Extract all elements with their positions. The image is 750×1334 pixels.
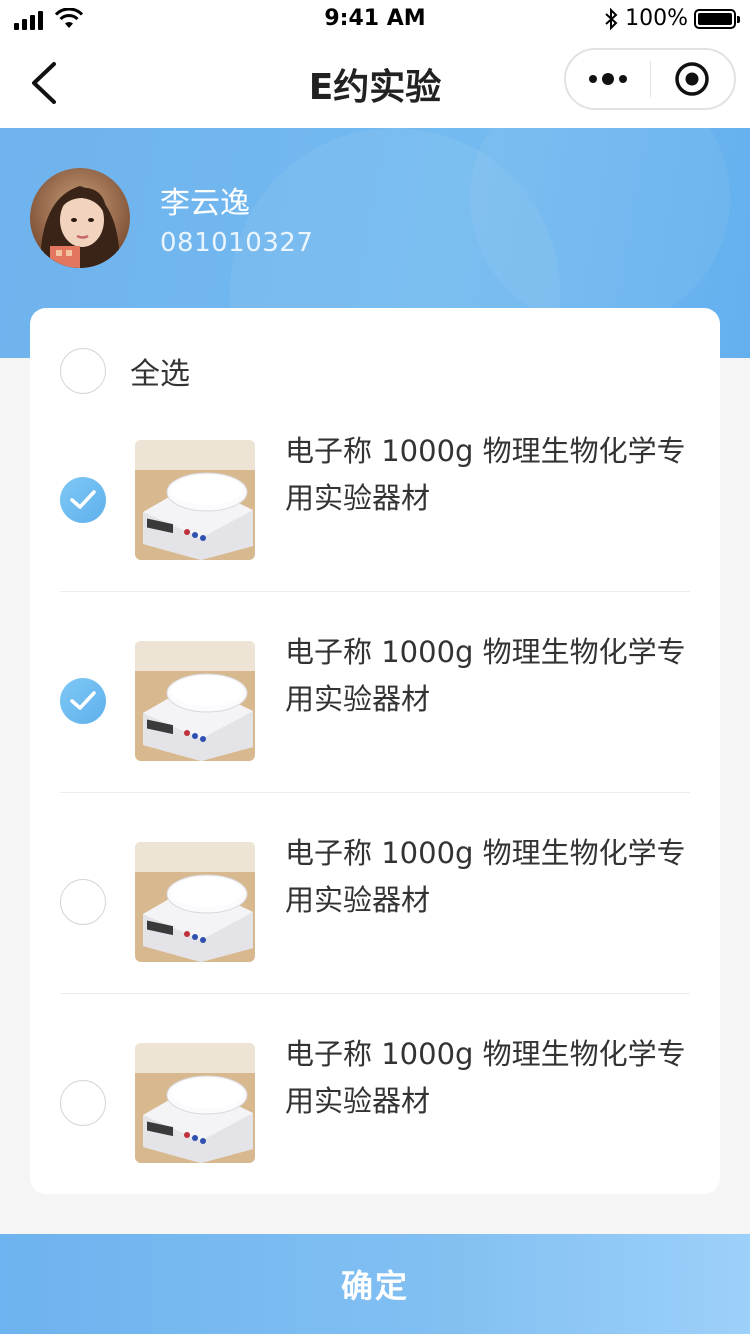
divider bbox=[60, 993, 690, 994]
select-all-row[interactable]: 全选 bbox=[60, 348, 190, 394]
product-image bbox=[135, 641, 255, 761]
more-dots-icon bbox=[588, 73, 627, 85]
equipment-card: 全选 电子称 1000g 物理生物化学专用实验器材 电子称 1000g 物理生物… bbox=[30, 308, 720, 1194]
avatar[interactable] bbox=[30, 168, 130, 268]
battery-icon bbox=[694, 8, 740, 29]
user-id: 081010327 bbox=[160, 228, 314, 258]
back-chevron-icon bbox=[32, 62, 56, 104]
list-item[interactable]: 电子称 1000g 物理生物化学专用实验器材 bbox=[60, 400, 690, 600]
mini-program-capsule bbox=[564, 48, 736, 110]
item-title: 电子称 1000g 物理生物化学专用实验器材 bbox=[285, 836, 686, 917]
item-checkbox[interactable] bbox=[60, 879, 106, 925]
nav-bar: E约实验 bbox=[0, 40, 750, 128]
item-title: 电子称 1000g 物理生物化学专用实验器材 bbox=[285, 434, 686, 515]
list-item[interactable]: 电子称 1000g 物理生物化学专用实验器材 bbox=[60, 1003, 690, 1203]
list-item[interactable]: 电子称 1000g 物理生物化学专用实验器材 bbox=[60, 601, 690, 801]
list-item[interactable]: 电子称 1000g 物理生物化学专用实验器材 bbox=[60, 802, 690, 1002]
item-title: 电子称 1000g 物理生物化学专用实验器材 bbox=[285, 1037, 686, 1118]
user-name: 李云逸 bbox=[160, 186, 250, 221]
product-image bbox=[135, 440, 255, 560]
bluetooth-icon bbox=[605, 7, 618, 30]
status-bar: 9:41 AM 100% bbox=[0, 0, 750, 40]
item-checkbox[interactable] bbox=[60, 477, 106, 523]
back-button[interactable] bbox=[22, 58, 72, 108]
battery-percent: 100% bbox=[625, 6, 688, 31]
status-right: 100% bbox=[603, 6, 740, 31]
more-button[interactable] bbox=[566, 50, 650, 108]
item-checkbox[interactable] bbox=[60, 1080, 106, 1126]
close-program-button[interactable] bbox=[651, 50, 735, 108]
item-checkbox[interactable] bbox=[60, 678, 106, 724]
select-all-radio[interactable] bbox=[60, 348, 106, 394]
item-title: 电子称 1000g 物理生物化学专用实验器材 bbox=[285, 635, 686, 716]
checkmark-icon bbox=[70, 691, 96, 710]
confirm-label: 确定 bbox=[340, 1267, 409, 1305]
select-all-label: 全选 bbox=[130, 357, 190, 392]
product-image bbox=[135, 842, 255, 962]
divider bbox=[60, 591, 690, 592]
checkmark-icon bbox=[70, 490, 96, 509]
target-icon bbox=[675, 62, 709, 96]
confirm-button[interactable]: 确定 bbox=[0, 1234, 750, 1334]
divider bbox=[60, 792, 690, 793]
product-image bbox=[135, 1043, 255, 1163]
